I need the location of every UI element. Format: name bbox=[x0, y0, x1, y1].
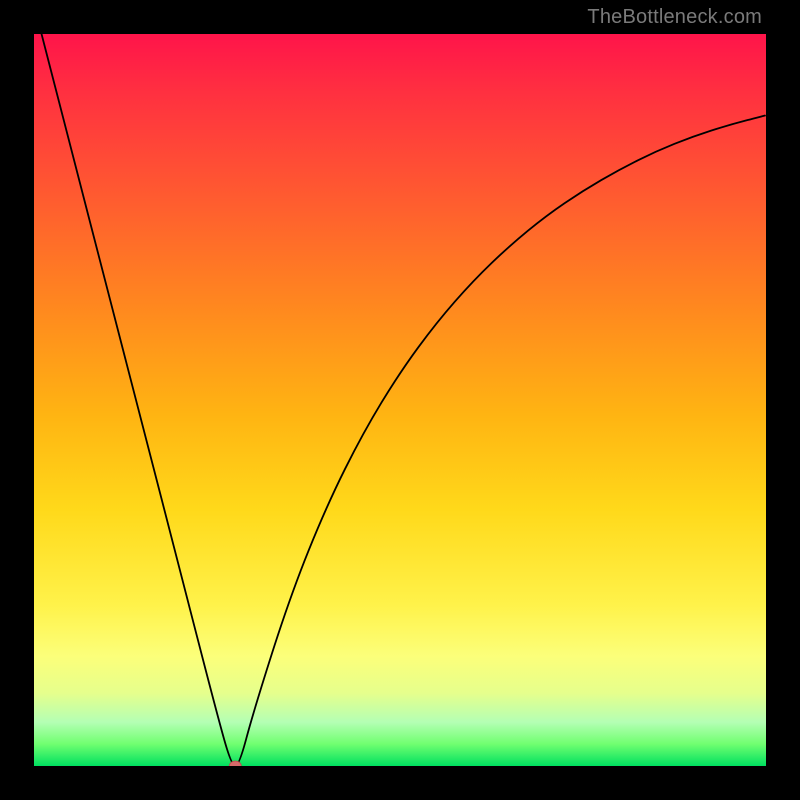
attribution-text: TheBottleneck.com bbox=[587, 6, 762, 29]
chart-container: TheBottleneck.com bbox=[0, 0, 800, 800]
plot-area bbox=[34, 34, 766, 766]
bottleneck-curve bbox=[34, 34, 766, 766]
